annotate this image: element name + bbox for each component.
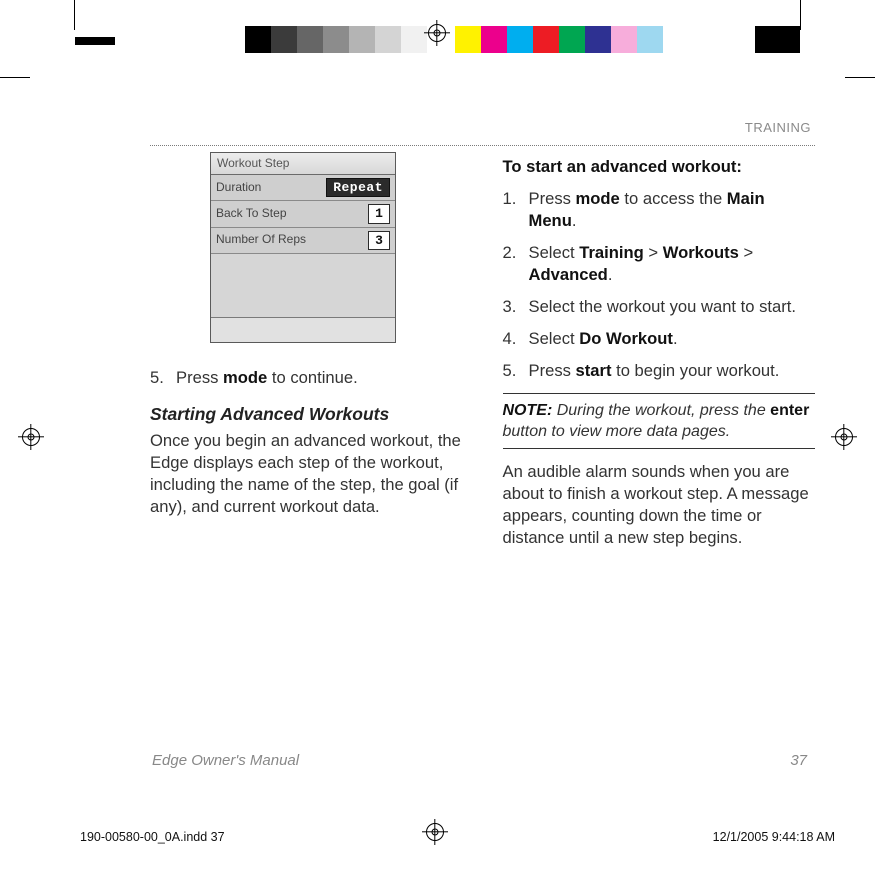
color-swatches (455, 26, 663, 53)
note-box: NOTE: During the workout, press the ente… (503, 393, 816, 450)
procedure-list: Press mode to access the Main Menu. Sele… (503, 188, 816, 382)
registration-mark-icon (428, 24, 446, 42)
procedure-step: Select Do Workout. (503, 328, 816, 350)
device-row-value-selected: Repeat (326, 178, 390, 197)
footer-manual-title: Edge Owner's Manual (152, 752, 299, 769)
right-column: To start an advanced workout: Press mode… (503, 152, 816, 559)
left-column: Workout Step Duration Repeat Back To Ste… (150, 152, 463, 559)
device-row-label: Duration (216, 180, 261, 196)
device-screenshot: Workout Step Duration Repeat Back To Ste… (210, 152, 396, 343)
subsection-body: Once you begin an advanced workout, the … (150, 430, 463, 518)
procedure-heading: To start an advanced workout: (503, 157, 742, 176)
after-note-paragraph: An audible alarm sounds when you are abo… (503, 461, 816, 549)
section-label: TRAINING (150, 120, 815, 139)
device-row-back-to-step: Back To Step 1 (211, 201, 395, 227)
procedure-step: Select the workout you want to start. (503, 296, 816, 318)
header-rule (150, 145, 815, 146)
procedure-step: Select Training > Workouts > Advanced. (503, 242, 816, 286)
slug-timestamp: 12/1/2005 9:44:18 AM (713, 830, 835, 844)
footer-page-number: 37 (790, 752, 807, 769)
device-row-reps: Number Of Reps 3 (211, 228, 395, 254)
step-5: Press mode to continue. (150, 367, 463, 389)
procedure-step: Press mode to access the Main Menu. (503, 188, 816, 232)
procedure-step: Press start to begin your workout. (503, 360, 816, 382)
subsection-heading: Starting Advanced Workouts (150, 403, 463, 426)
device-row-value: 1 (368, 204, 390, 223)
device-row-value: 3 (368, 231, 390, 250)
grey-swatches (245, 26, 427, 53)
registration-mark-icon (835, 428, 853, 446)
device-titlebar: Workout Step (211, 153, 395, 175)
slug-filename: 190-00580-00_0A.indd 37 (80, 830, 225, 844)
device-row-label: Number Of Reps (216, 232, 306, 248)
registration-mark-icon (22, 428, 40, 446)
device-row-duration: Duration Repeat (211, 175, 395, 201)
device-row-label: Back To Step (216, 206, 287, 222)
